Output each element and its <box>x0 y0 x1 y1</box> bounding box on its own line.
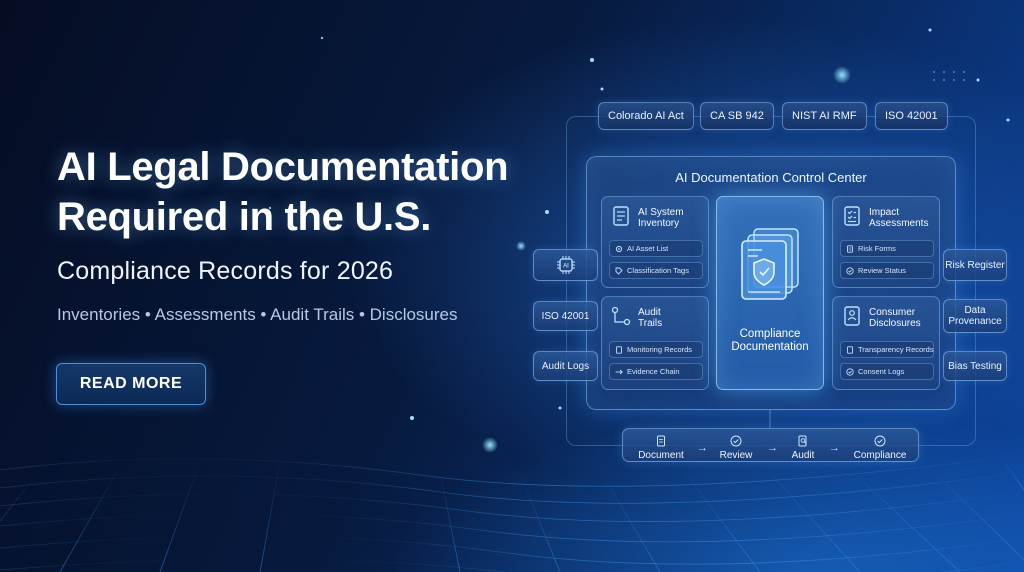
user-document-icon <box>844 306 860 326</box>
workflow-step-compliance: Compliance <box>845 429 915 461</box>
workflow-step-review: Review <box>711 429 761 461</box>
hero-subtitle: Compliance Records for 2026 <box>57 257 394 285</box>
document-icon <box>657 435 665 447</box>
card-title: AI System Inventory <box>638 207 684 229</box>
sub-item-label: Monitoring Records <box>627 345 693 354</box>
flow-icon <box>611 306 631 326</box>
document-list-icon <box>613 206 629 226</box>
document-icon <box>847 345 853 354</box>
chip-nist-ai-rmf: NIST AI RMF <box>782 102 867 130</box>
card-ai-system-inventory: AI System Inventory AI Asset List Classi… <box>601 196 709 288</box>
read-more-button[interactable]: READ MORE <box>56 363 206 405</box>
side-chip-audit-logs: Audit Logs <box>533 351 598 381</box>
sub-item-label: Consent Logs <box>858 367 905 376</box>
sub-item-risk-forms: Risk Forms <box>840 240 934 257</box>
sub-item-transparency-records: Transparency Records <box>840 341 934 358</box>
document-shield-icon <box>741 228 799 300</box>
compliance-documentation-card <box>716 196 824 390</box>
sub-item-classification-tags: Classification Tags <box>609 262 703 279</box>
sub-item-label: Evidence Chain <box>627 367 680 376</box>
sub-item-consent-logs: Consent Logs <box>840 363 934 380</box>
ai-chip-icon: AI <box>556 256 575 274</box>
check-circle-icon <box>846 367 854 376</box>
side-chip-risk-register: Risk Register <box>943 249 1007 281</box>
chip-ca-sb-942: CA SB 942 <box>700 102 774 130</box>
hero-title: AI Legal Documentation Required in the U… <box>57 145 509 239</box>
compliance-documentation-label: Compliance Documentation <box>731 328 809 353</box>
hero-topics: Inventories • Assessments • Audit Trails… <box>57 305 458 324</box>
workflow-bar: Document → Review → Audit → Compliance <box>622 428 919 462</box>
check-circle-icon <box>730 435 742 447</box>
sub-item-label: Transparency Records <box>858 345 934 354</box>
form-icon <box>847 244 853 253</box>
sub-item-label: Risk Forms <box>858 244 896 253</box>
control-center-title: AI Documentation Control Center <box>675 170 867 185</box>
chip-colorado-ai-act: Colorado AI Act <box>598 102 694 130</box>
ai-chip-box: AI <box>533 249 598 281</box>
workflow-step-label: Compliance <box>853 450 907 461</box>
sub-item-ai-asset-list: AI Asset List <box>609 240 703 257</box>
audit-search-icon <box>798 435 807 447</box>
card-consumer-disclosures: Consumer Disclosures Transparency Record… <box>832 296 940 390</box>
chip-iso-42001: ISO 42001 <box>875 102 948 130</box>
workflow-step-label: Audit <box>791 450 815 461</box>
side-chip-iso-42001: ISO 42001 <box>533 301 598 331</box>
sub-item-review-status: Review Status <box>840 262 934 279</box>
side-chip-data-provenance: Data Provenance <box>943 299 1007 333</box>
card-impact-assessments: Impact Assessments Risk Forms Review Sta… <box>832 196 940 288</box>
sub-item-monitoring-records: Monitoring Records <box>609 341 703 358</box>
arrow-icon: → <box>767 442 778 454</box>
sub-item-label: Review Status <box>858 266 906 275</box>
card-audit-trails: Audit Trails Monitoring Records Evidence… <box>601 296 709 390</box>
checklist-icon <box>844 206 860 226</box>
svg-text:AI: AI <box>563 264 569 270</box>
card-title: Impact Assessments <box>869 207 929 229</box>
workflow-step-document: Document <box>631 429 691 461</box>
workflow-step-audit: Audit <box>781 429 825 461</box>
check-circle-icon <box>874 435 886 447</box>
card-title: Audit Trails <box>638 307 663 329</box>
sub-item-label: Classification Tags <box>627 266 689 275</box>
gear-icon <box>615 245 623 252</box>
workflow-step-label: Document <box>638 450 684 461</box>
sub-item-label: AI Asset List <box>627 244 669 253</box>
tag-icon <box>615 267 623 275</box>
arrow-icon: → <box>829 442 840 454</box>
document-icon <box>616 345 622 354</box>
check-circle-icon <box>846 266 854 275</box>
arrow-icon: → <box>697 442 708 454</box>
workflow-step-label: Review <box>719 450 753 461</box>
sub-item-evidence-chain: Evidence Chain <box>609 363 703 380</box>
side-chip-bias-testing: Bias Testing <box>943 351 1007 381</box>
card-title: Consumer Disclosures <box>869 307 921 329</box>
chain-icon <box>615 369 623 374</box>
